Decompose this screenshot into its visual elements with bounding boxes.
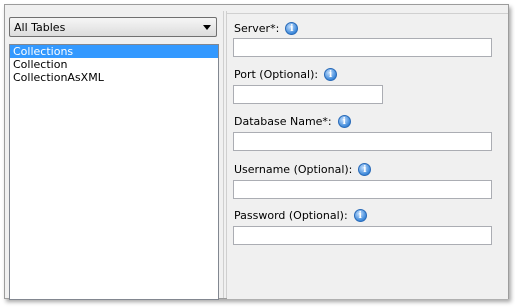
username-label: Username (Optional): — [234, 163, 353, 176]
database-name-label: Database Name*: — [234, 115, 332, 128]
server-field[interactable] — [233, 38, 492, 57]
server-label-row: Server*: i — [234, 22, 299, 35]
list-item[interactable]: Collections — [10, 45, 218, 58]
list-item[interactable]: CollectionAsXML — [10, 71, 218, 84]
database-name-field[interactable] — [233, 132, 492, 151]
connection-panel: All Tables Collections Collection Collec… — [4, 4, 509, 300]
info-icon[interactable]: i — [285, 22, 299, 35]
connection-form: Server*: i Port (Optional): i Database N… — [227, 13, 508, 299]
list-item[interactable]: Collection — [10, 58, 218, 71]
table-list[interactable]: Collections Collection CollectionAsXML — [9, 44, 219, 300]
username-label-row: Username (Optional): i — [234, 163, 372, 176]
password-label-row: Password (Optional): i — [234, 209, 367, 222]
port-label: Port (Optional): — [234, 68, 319, 81]
table-browser: All Tables Collections Collection Collec… — [9, 17, 219, 300]
port-label-row: Port (Optional): i — [234, 68, 338, 81]
info-icon[interactable]: i — [324, 68, 338, 81]
info-icon[interactable]: i — [353, 209, 367, 222]
port-field[interactable] — [233, 85, 383, 104]
username-field[interactable] — [233, 180, 492, 199]
chevron-down-icon — [203, 25, 211, 30]
database-label-row: Database Name*: i — [234, 115, 351, 128]
info-icon[interactable]: i — [337, 115, 351, 128]
table-filter-dropdown[interactable]: All Tables — [9, 17, 217, 37]
server-label: Server*: — [234, 22, 280, 35]
info-icon[interactable]: i — [358, 163, 372, 176]
table-filter-value: All Tables — [14, 21, 66, 34]
password-field[interactable] — [233, 226, 492, 245]
password-label: Password (Optional): — [234, 209, 348, 222]
